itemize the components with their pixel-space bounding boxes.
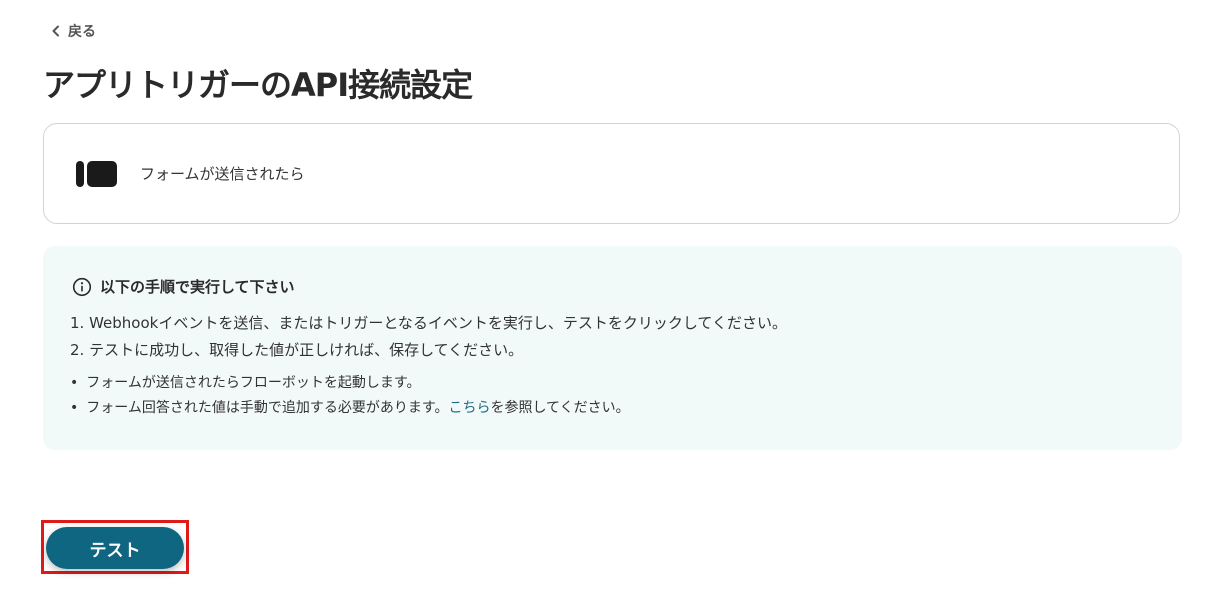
note-text: を参照してください。 [490,400,630,416]
note-text: フォーム回答された値は手動で追加する必要があります。 [86,400,449,416]
steps-list: 1. Webhookイベントを送信、またはトリガーとなるイベントを実行し、テスト… [70,310,787,364]
note-item: フォームが送信されたらフローボットを起動します。 [70,371,630,396]
trigger-label: フォームが送信されたら [140,165,305,183]
notes-list: フォームが送信されたらフローボットを起動します。 フォーム回答された値は手動で追… [70,371,630,421]
reference-link[interactable]: こちら [448,400,490,416]
info-icon [72,277,92,296]
instructions-heading-text: 以下の手順で実行して下さい [100,278,295,296]
instructions-box: 以下の手順で実行して下さい 1. Webhookイベントを送信、またはトリガーと… [43,246,1182,450]
chevron-left-icon [52,25,59,37]
trigger-card: フォームが送信されたら [43,123,1180,224]
note-item: フォーム回答された値は手動で追加する必要があります。こちらを参照してください。 [70,396,630,421]
note-text: フォームが送信されたらフローボットを起動します。 [86,375,421,391]
page-title: アプリトリガーのAPI接続設定 [43,66,473,104]
back-link[interactable]: 戻る [50,20,96,42]
step-item: 1. Webhookイベントを送信、またはトリガーとなるイベントを実行し、テスト… [70,314,787,332]
instructions-heading: 以下の手順で実行して下さい [72,276,295,297]
app-logo-icon [76,160,118,187]
test-button[interactable]: テスト [46,527,184,569]
back-label: 戻る [68,24,96,40]
step-item: 2. テストに成功し、取得した値が正しければ、保存してください。 [70,341,524,359]
